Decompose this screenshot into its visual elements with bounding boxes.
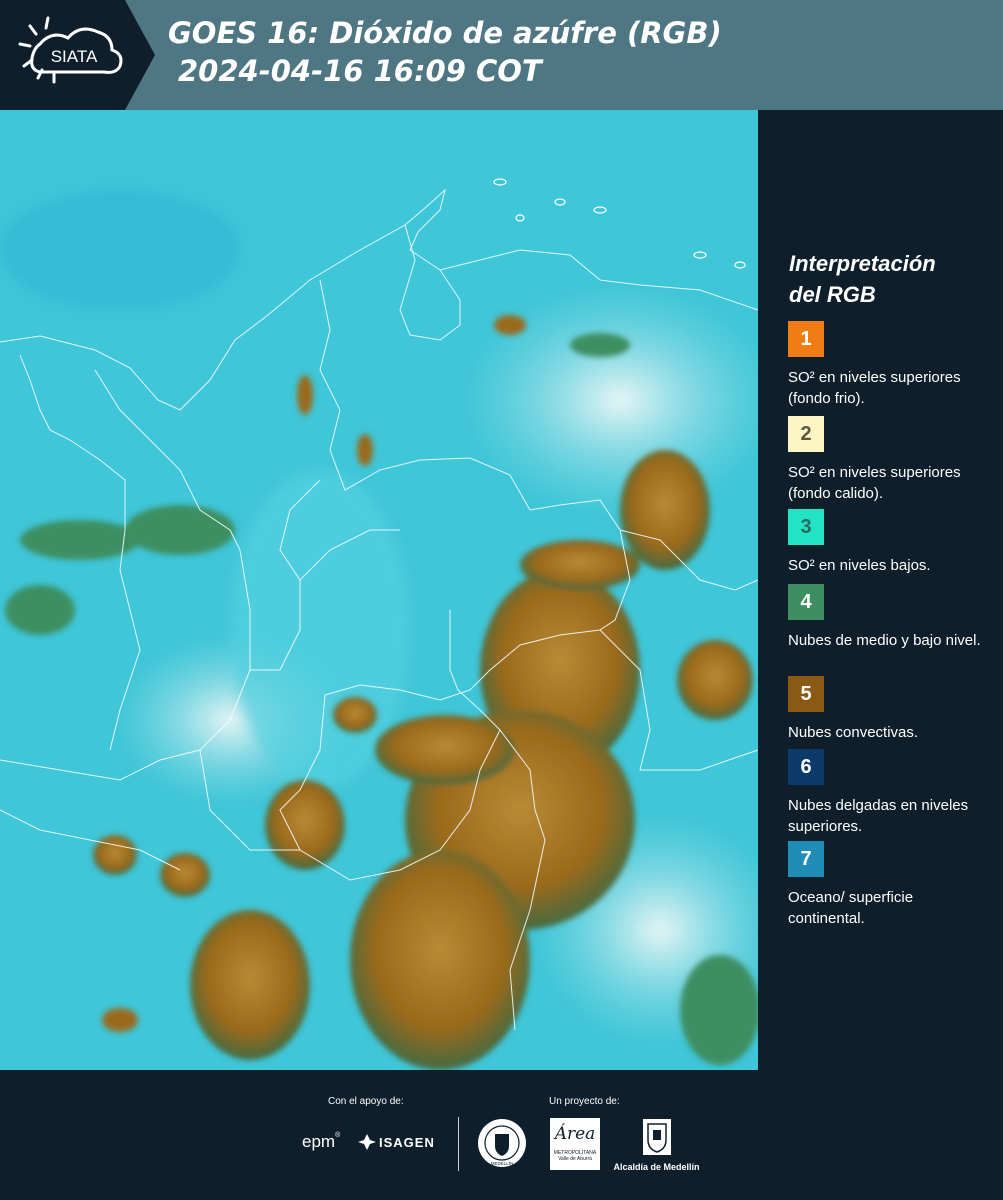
- medellin-seal: MEDELLÍN: [477, 1118, 527, 1173]
- area-name: Área: [554, 1124, 596, 1144]
- legend-swatch: 5: [788, 676, 824, 712]
- legend-number: 3: [800, 515, 812, 538]
- title-line-2: 2024-04-16 16:09 COT: [178, 54, 542, 88]
- seal-text: MEDELLÍN: [491, 1160, 514, 1166]
- epm-text: epm: [302, 1132, 336, 1151]
- legend-item-3: 3 SO² en niveles bajos.: [788, 509, 993, 576]
- legend-number: 1: [800, 327, 812, 350]
- legend-swatch: 2: [788, 416, 824, 452]
- area-sub-2: Valle de Aburrá: [558, 1156, 592, 1162]
- legend-text: Nubes de medio y bajo nivel.: [788, 632, 981, 649]
- legend-title: Interpretación del RGB: [789, 248, 936, 310]
- alcaldia-shield-icon: [642, 1119, 671, 1155]
- legend-swatch: 7: [788, 841, 824, 877]
- header-bar: SIATA GOES 16: Dióxido de azúfre (RGB) 2…: [0, 0, 1003, 110]
- legend-number: 6: [800, 755, 812, 778]
- legend-item-2: 2 SO² en niveles superiores (fondo calid…: [788, 416, 993, 504]
- legend-text: SO² en niveles superiores (fondo calido)…: [788, 464, 961, 502]
- legend-swatch: 6: [788, 749, 824, 785]
- isagen-logo: ISAGEN: [358, 1134, 435, 1150]
- logo-text: SIATA: [51, 47, 98, 66]
- alcaldia-text: Alcaldía de Medellín: [613, 1162, 700, 1172]
- legend-swatch: 3: [788, 509, 824, 545]
- page-title: GOES 16: Dióxido de azúfre (RGB) 2024-04…: [168, 14, 722, 90]
- legend-number: 5: [800, 682, 812, 705]
- isagen-icon: [358, 1134, 376, 1150]
- alcaldia-logo: Alcaldía de Medellín: [609, 1118, 704, 1172]
- legend-panel: Interpretación del RGB 1 SO² en niveles …: [770, 110, 1003, 1070]
- project-label: Un proyecto de:: [549, 1096, 620, 1107]
- legend-number: 4: [800, 590, 812, 613]
- epm-logo: epm®: [302, 1132, 341, 1151]
- legend-text: SO² en niveles superiores (fondo frio).: [788, 369, 961, 407]
- legend-item-1: 1 SO² en niveles superiores (fondo frio)…: [788, 321, 993, 409]
- footer-divider: [458, 1117, 459, 1171]
- legend-item-5: 5 Nubes convectivas.: [788, 676, 993, 743]
- satellite-image: [0, 110, 760, 1070]
- legend-item-6: 6 Nubes delgadas en niveles superiores.: [788, 749, 993, 837]
- legend-text: Oceano/ superficie continental.: [788, 889, 914, 927]
- isagen-text: ISAGEN: [379, 1134, 435, 1150]
- legend-swatch: 4: [788, 584, 824, 620]
- area-metropolitana-logo: Área METROPOLITANA Valle de Aburrá: [550, 1118, 600, 1170]
- legend-item-7: 7 Oceano/ superficie continental.: [788, 841, 993, 929]
- legend-number: 2: [800, 422, 812, 445]
- siata-logo: SIATA: [0, 0, 155, 110]
- title-line-1: GOES 16: Dióxido de azúfre (RGB): [168, 16, 722, 50]
- footer: Con el apoyo de: Un proyecto de: epm® IS…: [0, 1070, 1003, 1200]
- legend-text: Nubes delgadas en niveles superiores.: [788, 797, 969, 835]
- legend-text: SO² en niveles bajos.: [788, 557, 931, 574]
- legend-title-line-1: Interpretación: [789, 251, 936, 276]
- support-label: Con el apoyo de:: [328, 1096, 404, 1107]
- legend-swatch: 1: [788, 321, 824, 357]
- legend-text: Nubes convectivas.: [788, 724, 919, 741]
- legend-title-line-2: del RGB: [789, 282, 876, 307]
- legend-number: 7: [800, 847, 812, 870]
- legend-item-4: 4 Nubes de medio y bajo nivel.: [788, 584, 993, 651]
